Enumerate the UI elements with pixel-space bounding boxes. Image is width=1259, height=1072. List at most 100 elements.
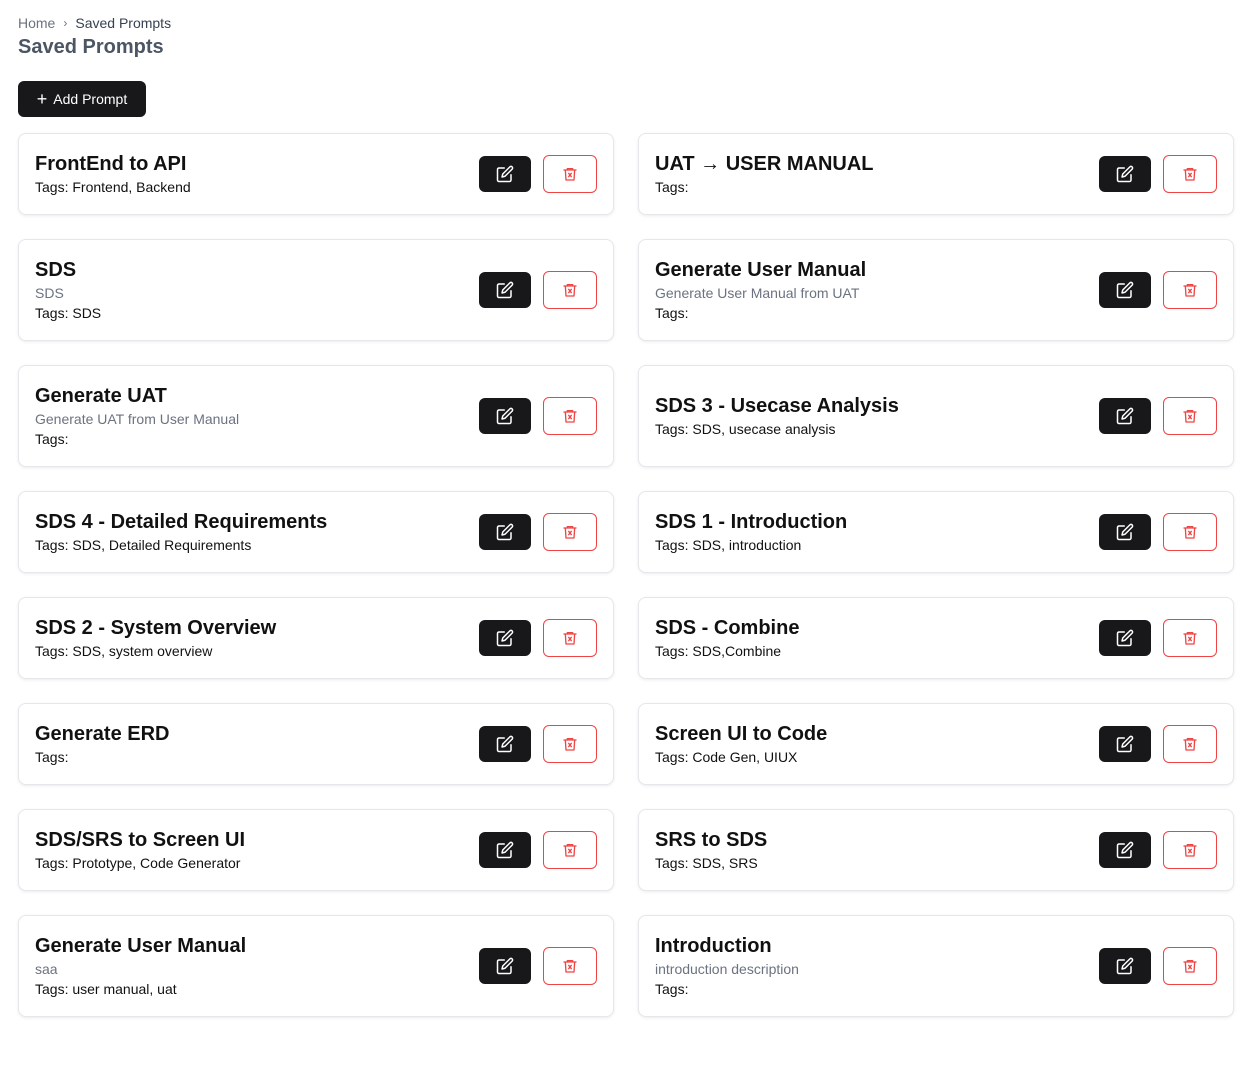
prompt-actions [479, 155, 597, 193]
prompt-card-body: FrontEnd to API Tags: Frontend, Backend [35, 151, 479, 197]
prompt-description: saa [35, 961, 58, 977]
prompt-title: Introduction [655, 935, 772, 957]
prompt-card: Generate User Manual Generate User Manua… [638, 239, 1234, 341]
prompt-actions [479, 947, 597, 985]
edit-prompt-button[interactable] [1099, 272, 1151, 308]
delete-prompt-button[interactable] [543, 619, 597, 657]
edit-prompt-button[interactable] [479, 726, 531, 762]
trash-icon [562, 524, 578, 540]
prompt-card: SDS - Combine Tags: SDS,Combine [638, 597, 1234, 679]
trash-icon [1182, 958, 1198, 974]
delete-prompt-button[interactable] [543, 155, 597, 193]
delete-prompt-button[interactable] [543, 831, 597, 869]
prompt-title: Generate User Manual [655, 259, 867, 281]
prompt-actions [1099, 725, 1217, 763]
prompt-card: SDS SDS Tags: SDS [18, 239, 614, 341]
prompt-card: SDS 2 - System Overview Tags: SDS, syste… [18, 597, 614, 679]
delete-prompt-button[interactable] [543, 513, 597, 551]
add-prompt-button[interactable]: + Add Prompt [18, 81, 146, 117]
prompt-actions [1099, 831, 1217, 869]
prompt-title: Generate ERD [35, 723, 170, 745]
trash-icon [562, 282, 578, 298]
prompt-actions [479, 725, 597, 763]
prompt-card: Generate User Manual saa Tags: user manu… [18, 915, 614, 1017]
add-prompt-label: Add Prompt [53, 91, 128, 107]
trash-icon [1182, 842, 1198, 858]
prompt-grid: FrontEnd to API Tags: Frontend, Backend [18, 133, 1234, 1041]
trash-icon [562, 736, 578, 752]
edit-prompt-button[interactable] [1099, 514, 1151, 550]
prompt-title: Generate UAT [35, 385, 167, 407]
prompt-title: SDS 2 - System Overview [35, 617, 277, 639]
delete-prompt-button[interactable] [1163, 271, 1217, 309]
prompt-actions [1099, 397, 1217, 435]
edit-prompt-button[interactable] [1099, 398, 1151, 434]
edit-prompt-button[interactable] [479, 948, 531, 984]
prompt-title: FrontEnd to API [35, 153, 187, 175]
edit-icon [1116, 523, 1134, 541]
edit-prompt-button[interactable] [479, 398, 531, 434]
prompt-tags: Tags: [655, 179, 689, 195]
edit-prompt-button[interactable] [479, 156, 531, 192]
prompt-card-body: Screen UI to Code Tags: Code Gen, UIUX [655, 721, 1099, 767]
prompt-actions [1099, 513, 1217, 551]
edit-prompt-button[interactable] [1099, 620, 1151, 656]
prompt-card: SRS to SDS Tags: SDS, SRS [638, 809, 1234, 891]
prompt-tags: Tags: Code Gen, UIUX [655, 749, 798, 765]
edit-icon [1116, 281, 1134, 299]
prompt-column-right: UAT → USER MANUAL Tags: Generate User Ma… [638, 133, 1234, 1041]
trash-icon [562, 842, 578, 858]
prompt-card: SDS 1 - Introduction Tags: SDS, introduc… [638, 491, 1234, 573]
edit-icon [1116, 407, 1134, 425]
delete-prompt-button[interactable] [543, 947, 597, 985]
edit-icon [1116, 735, 1134, 753]
edit-prompt-button[interactable] [479, 620, 531, 656]
prompt-actions [479, 619, 597, 657]
edit-prompt-button[interactable] [1099, 156, 1151, 192]
breadcrumb-home-link[interactable]: Home [18, 14, 55, 32]
prompt-card: SDS 3 - Usecase Analysis Tags: SDS, usec… [638, 365, 1234, 467]
edit-icon [496, 523, 514, 541]
edit-icon [1116, 841, 1134, 859]
prompt-actions [479, 513, 597, 551]
prompt-tags: Tags: [655, 981, 689, 997]
breadcrumb-current: Saved Prompts [75, 15, 172, 31]
delete-prompt-button[interactable] [543, 271, 597, 309]
prompt-card-body: SDS 3 - Usecase Analysis Tags: SDS, usec… [655, 393, 1099, 439]
delete-prompt-button[interactable] [543, 397, 597, 435]
edit-icon [1116, 957, 1134, 975]
edit-prompt-button[interactable] [1099, 948, 1151, 984]
edit-icon [496, 957, 514, 975]
prompt-title: SDS [35, 259, 77, 281]
trash-icon [562, 630, 578, 646]
prompt-actions [1099, 619, 1217, 657]
edit-prompt-button[interactable] [1099, 726, 1151, 762]
delete-prompt-button[interactable] [1163, 725, 1217, 763]
delete-prompt-button[interactable] [1163, 397, 1217, 435]
prompt-tags: Tags: [35, 749, 69, 765]
edit-prompt-button[interactable] [479, 514, 531, 550]
edit-prompt-button[interactable] [479, 272, 531, 308]
saved-prompts-page: Home › Saved Prompts Saved Prompts + Add… [0, 0, 1259, 1072]
delete-prompt-button[interactable] [1163, 947, 1217, 985]
prompt-card-body: SDS 4 - Detailed Requirements Tags: SDS,… [35, 509, 479, 555]
edit-prompt-button[interactable] [479, 832, 531, 868]
prompt-description: SDS [35, 285, 64, 301]
prompt-card-body: Generate ERD Tags: [35, 721, 479, 767]
trash-icon [1182, 166, 1198, 182]
delete-prompt-button[interactable] [1163, 513, 1217, 551]
prompt-card-body: Generate User Manual saa Tags: user manu… [35, 933, 479, 999]
delete-prompt-button[interactable] [543, 725, 597, 763]
prompt-card: Screen UI to Code Tags: Code Gen, UIUX [638, 703, 1234, 785]
prompt-description: Generate User Manual from UAT [655, 285, 860, 301]
prompt-card-body: Generate UAT Generate UAT from User Manu… [35, 383, 479, 449]
delete-prompt-button[interactable] [1163, 155, 1217, 193]
prompt-tags: Tags: [655, 305, 689, 321]
delete-prompt-button[interactable] [1163, 831, 1217, 869]
prompt-tags: Tags: SDS, Detailed Requirements [35, 537, 252, 553]
edit-prompt-button[interactable] [1099, 832, 1151, 868]
prompt-card-body: SDS SDS Tags: SDS [35, 257, 479, 323]
delete-prompt-button[interactable] [1163, 619, 1217, 657]
prompt-tags: Tags: SDS,Combine [655, 643, 782, 659]
trash-icon [1182, 524, 1198, 540]
